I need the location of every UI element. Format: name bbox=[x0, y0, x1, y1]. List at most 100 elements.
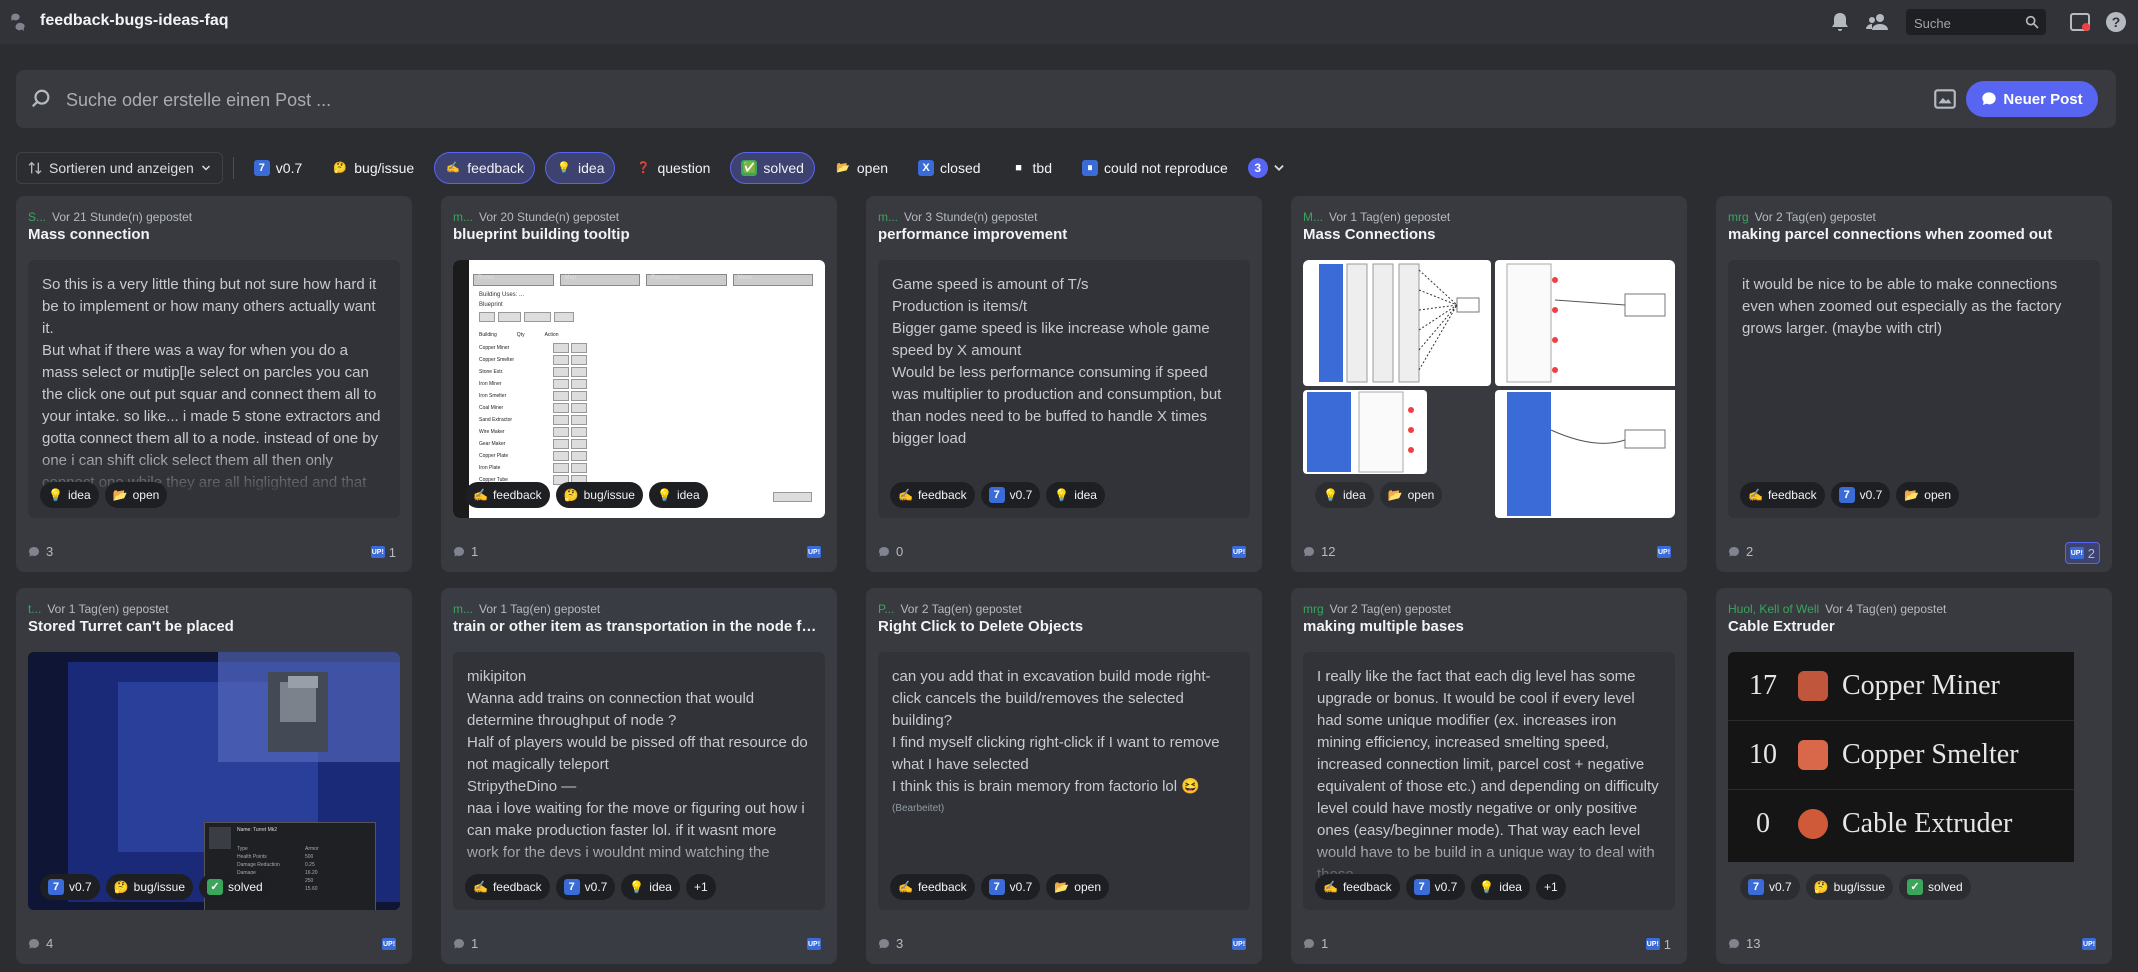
writing-hand-icon: ✍ bbox=[446, 162, 461, 174]
gallery-image[interactable] bbox=[1303, 390, 1427, 474]
post-card[interactable]: S... Vor 21 Stunde(n) gepostet Mass conne… bbox=[16, 196, 412, 572]
upvote-reaction[interactable]: UP! bbox=[2078, 934, 2100, 954]
post-image-gallery[interactable]: 💡 idea 📂 open bbox=[1303, 260, 1675, 518]
tag-filter-tbd[interactable]: ■ tbd bbox=[1000, 153, 1062, 183]
stat-label: Health Points bbox=[237, 854, 267, 860]
media-gallery-icon[interactable] bbox=[1932, 86, 1958, 112]
message-count: 12 bbox=[1303, 544, 1335, 559]
tag-filter-could-not-reproduce[interactable]: ⏸ could not reproduce bbox=[1071, 153, 1238, 183]
upvote-reaction[interactable]: UP! 2 bbox=[2064, 542, 2100, 564]
member-list-icon[interactable] bbox=[1866, 10, 1890, 34]
post-card[interactable]: m... Vor 3 Stunde(n) gepostet performance… bbox=[866, 196, 1262, 572]
tag-filter-open[interactable]: 📂 open bbox=[824, 153, 899, 183]
blueprint-row-button bbox=[553, 463, 569, 473]
gallery-image[interactable] bbox=[1495, 390, 1675, 518]
post-card[interactable]: Huol, Kell of Well Vor 4 Tag(en) gepostet… bbox=[1716, 588, 2112, 964]
post-time: Vor 2 Tag(en) gepostet bbox=[1754, 210, 1876, 224]
post-tag-label: solved bbox=[228, 880, 263, 894]
sort-dropdown[interactable]: Sortieren und anzeigen bbox=[16, 152, 223, 184]
search-input[interactable] bbox=[1912, 13, 2026, 33]
post-tag-label: open bbox=[1924, 488, 1951, 502]
blueprint-row-label: Gear Maker bbox=[479, 441, 506, 447]
help-icon[interactable]: ? bbox=[2104, 10, 2128, 34]
production-count: 10 bbox=[1749, 739, 1777, 770]
post-tag-label: idea bbox=[67, 488, 91, 502]
tag-filter-closed[interactable]: Xclosed bbox=[908, 153, 991, 183]
writing-hand-icon: ✍ bbox=[1323, 880, 1338, 894]
upvote-reaction[interactable]: UP! bbox=[1228, 934, 1250, 954]
gallery-image[interactable] bbox=[1303, 260, 1491, 386]
tag-filter-v0.7[interactable]: 7 v0.7 bbox=[243, 153, 313, 183]
blueprint-row-label: Copper Smelter bbox=[479, 357, 515, 363]
node-graph-image bbox=[1319, 263, 1480, 383]
message-count-value: 1 bbox=[471, 544, 479, 559]
blueprint-col: Building bbox=[479, 332, 497, 338]
post-footer: 1 UP! 1 bbox=[1303, 934, 1675, 954]
post-card[interactable]: P... Vor 2 Tag(en) gepostet Right Click t… bbox=[866, 588, 1262, 964]
writing-hand-icon: ✍ bbox=[473, 880, 488, 894]
post-author: P... bbox=[878, 602, 895, 616]
upvote-reaction[interactable]: UP! bbox=[378, 934, 400, 954]
blueprint-row-label: Iron Plate bbox=[479, 465, 501, 471]
post-tags: 💡 idea 📂 open bbox=[40, 482, 168, 508]
post-meta: P... Vor 2 Tag(en) gepostet bbox=[878, 602, 1022, 616]
blueprint-row: Copper Smelter bbox=[479, 354, 599, 366]
tag-filter-solved[interactable]: ✅ solved bbox=[730, 152, 815, 184]
post-image-blueprint[interactable]: Room Map Resources Menu Building Uses: .… bbox=[453, 260, 825, 518]
search-box[interactable] bbox=[1906, 9, 2046, 35]
tag-filter-feedback[interactable]: ✍ feedback bbox=[434, 152, 536, 184]
upvote-reaction[interactable]: UP! bbox=[1228, 542, 1250, 562]
post-card[interactable]: M... Vor 1 Tag(en) gepostet Mass Connecti… bbox=[1291, 196, 1687, 572]
gallery-image[interactable] bbox=[1495, 260, 1675, 386]
tag-filter-idea[interactable]: 💡 idea bbox=[545, 152, 616, 184]
post-tags: ✍ feedback 7 v0.7 💡 idea +1 bbox=[1315, 874, 1566, 900]
post-image-production[interactable]: 17 Copper Miner 10 Copper Smelter 0 Cabl… bbox=[1728, 652, 2100, 910]
top-bar: feedback-bugs-ideas-faq ? bbox=[0, 0, 2138, 45]
post-preview: can you add that in excavation build mod… bbox=[878, 652, 1250, 910]
post-composer[interactable]: Neuer Post bbox=[16, 70, 2116, 128]
blueprint-rows: Copper Miner Copper Smelter Stone Extr. Iro… bbox=[479, 342, 599, 486]
post-search-input[interactable] bbox=[64, 86, 1868, 114]
message-count-value: 12 bbox=[1321, 544, 1336, 559]
post-card[interactable]: mrg Vor 2 Tag(en) gepostet making parcel … bbox=[1716, 196, 2112, 572]
up-arrow-icon: UP! bbox=[1232, 938, 1246, 950]
post-tag: 📂 open bbox=[1896, 482, 1959, 508]
up-arrow-icon: UP! bbox=[382, 938, 396, 950]
post-tag-label: idea bbox=[1342, 488, 1366, 502]
new-post-button[interactable]: Neuer Post bbox=[1966, 81, 2098, 117]
tag-filter-question[interactable]: ❓ question bbox=[625, 153, 721, 183]
upvote-reaction[interactable]: UP! bbox=[803, 542, 825, 562]
tag-filter-bug-issue[interactable]: 🤔 bug/issue bbox=[322, 153, 425, 183]
svg-text:?: ? bbox=[2112, 14, 2121, 30]
tag-label: open bbox=[856, 160, 889, 176]
post-card[interactable]: mrg Vor 2 Tag(en) gepostet making multipl… bbox=[1291, 588, 1687, 964]
blueprint-row: Wire Maker bbox=[479, 426, 599, 438]
upvote-reaction[interactable]: UP! 1 bbox=[367, 542, 400, 562]
message-icon bbox=[29, 546, 39, 556]
post-card[interactable]: m... Vor 1 Tag(en) gepostet train or othe… bbox=[441, 588, 837, 964]
question-mark-icon: ❓ bbox=[636, 162, 651, 174]
post-author: mrg bbox=[1303, 602, 1324, 616]
post-time: Vor 4 Tag(en) gepostet bbox=[1825, 602, 1947, 616]
post-meta: mrg Vor 2 Tag(en) gepostet bbox=[1303, 602, 1451, 616]
upvote-reaction[interactable]: UP! bbox=[803, 934, 825, 954]
production-label: Copper Smelter bbox=[1842, 739, 2019, 770]
writing-hand-icon: ✍ bbox=[898, 488, 913, 502]
preview-line: StripytheDino — bbox=[467, 778, 577, 795]
post-title: train or other item as transportation in… bbox=[453, 618, 825, 635]
bell-icon[interactable] bbox=[1828, 10, 1852, 34]
post-card[interactable]: m... Vor 20 Stunde(n) gepostet blueprint … bbox=[441, 196, 837, 572]
post-card[interactable]: t... Vor 1 Tag(en) gepostet Stored Turret… bbox=[16, 588, 412, 964]
post-tags: ✍ feedback 7 v0.7 📂 open bbox=[890, 874, 1109, 900]
upvote-reaction[interactable]: UP! 1 bbox=[1642, 934, 1675, 954]
copper-smelter-icon bbox=[1798, 740, 1828, 770]
open-folder-icon: 📂 bbox=[1904, 488, 1920, 502]
tag-label: bug/issue bbox=[354, 160, 415, 176]
more-tags-dropdown[interactable]: 3 bbox=[1247, 158, 1286, 178]
inbox-icon[interactable] bbox=[2068, 10, 2092, 34]
post-tag-label: idea bbox=[649, 880, 672, 894]
post-image-turret[interactable]: Name: Turret Mk2 Type Health Points Dama… bbox=[28, 652, 400, 910]
upvote-reaction[interactable]: UP! bbox=[1653, 542, 1675, 562]
tag-label: could not reproduce bbox=[1103, 160, 1228, 176]
open-folder-icon: 📂 bbox=[836, 162, 850, 174]
